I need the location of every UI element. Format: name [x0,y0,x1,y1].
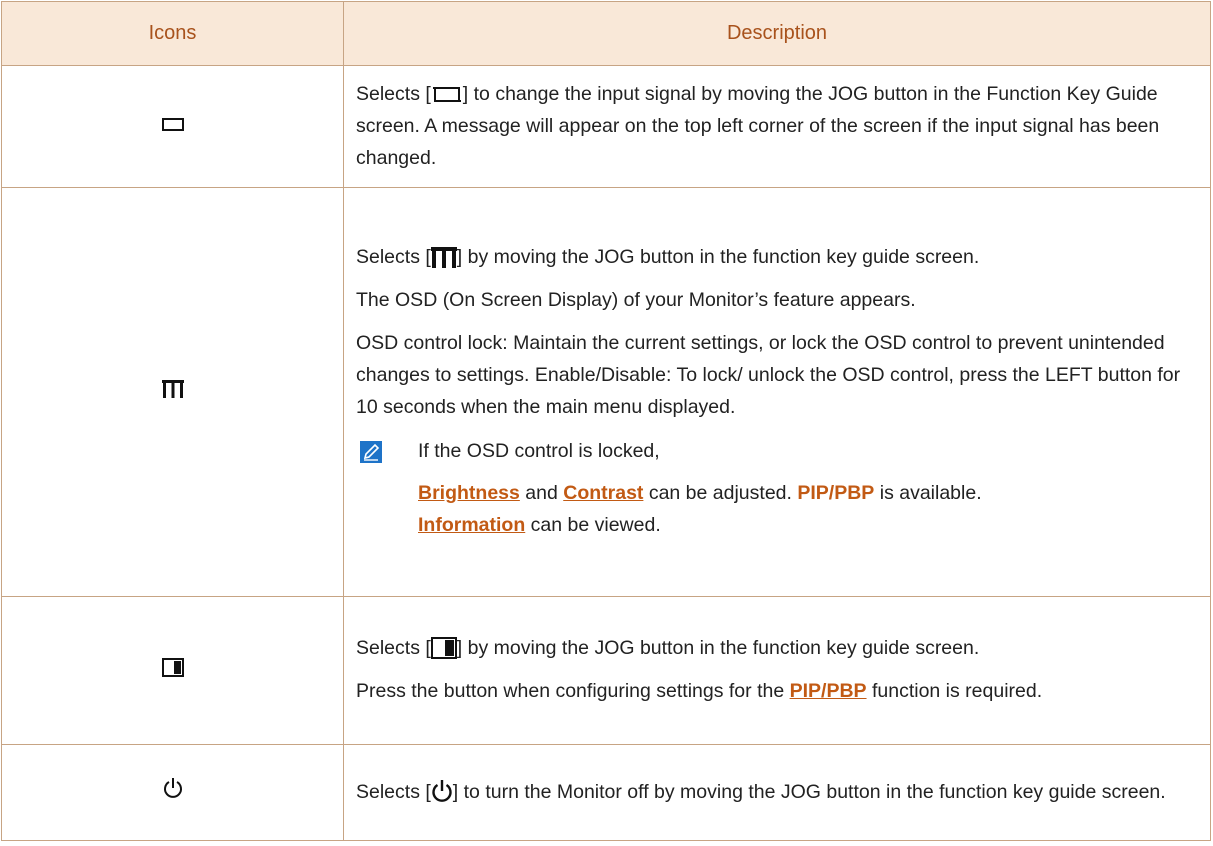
source-description: Selects [] to change the input signal by… [356,78,1196,174]
power-description: Selects [ ] to turn the Monitor off by mo… [356,776,1196,808]
text-function-required: function is required. [866,680,1043,702]
table-row: Selects [ ] by moving the JOG button in t… [1,187,1211,597]
text-and: and [519,482,564,504]
pip-pbp-link[interactable]: PIP/PBP [790,680,867,702]
table-header-row: Icons Description [1,1,1211,66]
note-line-1: If the OSD control is locked, [418,440,660,462]
pip-icon [430,637,457,659]
description-cell: Selects [ ] by moving the JOG button in t… [343,187,1211,597]
information-link[interactable]: Information [418,514,525,536]
table-row: Selects [] to change the input signal by… [1,65,1211,188]
header-icons: Icons [1,1,344,66]
text-menu-description: ] by moving the JOG button in the functi… [456,246,980,268]
note-body: If the OSD control is locked, Brightness… [418,435,982,541]
icon-cell [1,744,344,841]
icon-description-table: Icons Description Selects [] to change t… [1,1,1211,841]
note-pencil-icon [360,441,382,463]
osd-lock-description: OSD control lock: Maintain the current s… [356,332,1181,418]
description-cell: Selects [ ] by moving the JOG button in t… [343,596,1211,745]
text-selects: Selects [ [356,246,431,268]
text-press-button: Press the button when configuring settin… [356,680,790,702]
table-row: Selects [ ] by moving the JOG button in t… [1,596,1211,745]
text-pip-description: ] by moving the JOG button in the functi… [456,637,980,659]
note-line-2: Brightness and Contrast can be adjusted.… [418,477,982,541]
header-description: Description [343,1,1211,66]
brightness-link[interactable]: Brightness [418,482,520,504]
pip-description: Selects [ ] by moving the JOG button in t… [356,632,1196,664]
text-source-description: ] to change the input signal by moving t… [356,82,1160,169]
menu-description: Selects [ ] by moving the JOG button in t… [356,241,1196,273]
menu-icon [161,380,184,398]
pip-icon [161,657,184,677]
text-selects: Selects [ [356,637,431,659]
text-power-description: ] to turn the Monitor off by moving the … [452,780,1166,803]
icon-cell [1,187,344,597]
icon-cell [1,65,344,188]
text-selects: Selects [ [356,780,431,803]
note-box: If the OSD control is locked, Brightness… [356,435,1196,541]
source-icon [431,85,463,105]
power-icon [431,779,453,803]
table-row: Selects [ ] to turn the Monitor off by mo… [1,744,1211,841]
description-cell: Selects [ ] to turn the Monitor off by mo… [343,744,1211,841]
source-icon [160,117,186,133]
text-available: is available. [874,482,982,504]
text-adjusted: can be adjusted. [643,482,798,504]
osd-description: The OSD (On Screen Display) of your Moni… [356,289,916,311]
pip-pbp-text: PIP/PBP [797,482,875,504]
text-viewed: can be viewed. [525,514,661,536]
menu-icon [430,246,457,268]
text-selects: Selects [ [356,82,431,105]
pip-config-description: Press the button when configuring settin… [356,675,1196,707]
power-icon [163,777,183,799]
description-cell: Selects [] to change the input signal by… [343,65,1211,188]
icon-cell [1,596,344,745]
icon-description-table-frame: Icons Description Selects [] to change t… [0,0,1213,846]
contrast-link[interactable]: Contrast [563,482,643,504]
